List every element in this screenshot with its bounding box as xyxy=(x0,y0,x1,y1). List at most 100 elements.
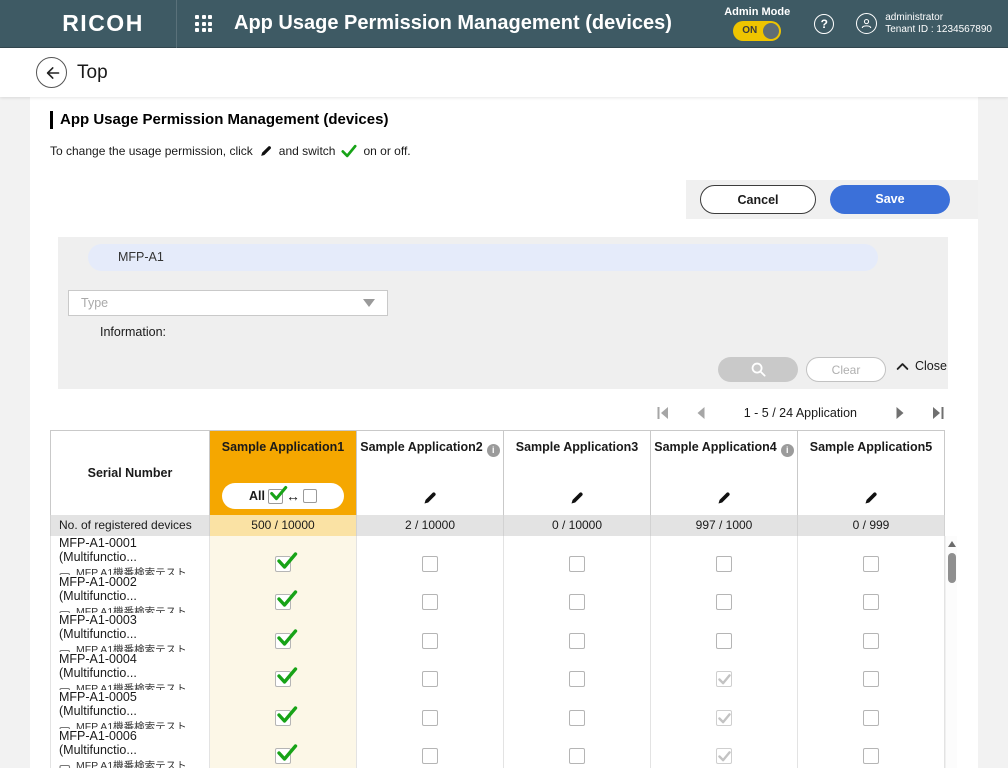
column-header-2: Sample Application2i xyxy=(357,431,504,515)
checkbox-unchecked[interactable] xyxy=(863,748,879,764)
column-name: Sample Application5 xyxy=(798,440,944,454)
column-header-4: Sample Application4i xyxy=(651,431,798,515)
edit-pencil-button[interactable] xyxy=(863,490,879,506)
vertical-scrollbar[interactable] xyxy=(945,536,957,768)
save-button[interactable]: Save xyxy=(830,185,950,214)
content-card: App Usage Permission Management (devices… xyxy=(30,97,978,768)
back-arrow-icon xyxy=(43,65,61,81)
type-dropdown[interactable]: Type xyxy=(68,290,388,316)
pagination-range: 1 - 5 / 24 Application xyxy=(744,406,857,420)
checkbox-unchecked[interactable] xyxy=(569,556,585,572)
column-name: Sample Application2i xyxy=(357,440,503,457)
table-row: MFP-A1-0001 (Multifunctio...MFP A1機番検索テス… xyxy=(50,536,945,575)
device-serial: MFP-A1-0001 (Multifunctio... xyxy=(59,536,209,564)
column-name: Sample Application1 xyxy=(210,440,356,454)
checkbox-unchecked[interactable] xyxy=(863,671,879,687)
checkbox-unchecked[interactable] xyxy=(569,671,585,687)
user-menu[interactable]: administrator Tenant ID : 1234567890 xyxy=(856,12,992,36)
search-button[interactable] xyxy=(718,357,798,382)
checkbox-unchecked[interactable] xyxy=(569,594,585,610)
checkbox-unchecked[interactable] xyxy=(422,594,438,610)
serial-number-header: Serial Number xyxy=(50,431,210,515)
column-name: Sample Application4i xyxy=(651,440,797,457)
checkbox-unchecked[interactable] xyxy=(569,633,585,649)
clear-button[interactable]: Clear xyxy=(806,357,886,382)
instruction-part-3: on or off. xyxy=(363,144,410,158)
pencil-icon xyxy=(259,144,273,158)
edit-pencil-button[interactable] xyxy=(716,490,732,506)
device-serial: MFP-A1-0006 (Multifunctio... xyxy=(59,729,209,757)
toggle-all-button[interactable]: All↔ xyxy=(222,483,344,509)
device-serial: MFP-A1-0002 (Multifunctio... xyxy=(59,575,209,603)
dropdown-caret-icon xyxy=(363,299,375,307)
device-serial: MFP-A1-0005 (Multifunctio... xyxy=(59,690,209,718)
permissions-table: Serial Number Sample Application1 All↔ Sam… xyxy=(50,430,957,768)
table-row: MFP-A1-0006 (Multifunctio... MFP A1機番検索テス… xyxy=(50,729,945,768)
next-page-icon[interactable] xyxy=(893,406,907,420)
instruction-part-1: To change the usage permission, click xyxy=(50,144,253,158)
permission-cell xyxy=(798,729,945,768)
column-name: Sample Application3 xyxy=(504,440,650,454)
info-icon[interactable]: i xyxy=(781,444,794,457)
keyword-input[interactable]: MFP-A1 xyxy=(88,244,878,271)
chevron-up-icon xyxy=(896,362,909,371)
permission-cell xyxy=(504,729,651,768)
help-icon[interactable]: ? xyxy=(814,14,834,34)
toggle-state-label: ON xyxy=(742,25,757,36)
scrollbar-thumb[interactable] xyxy=(948,553,956,583)
info-icon[interactable]: i xyxy=(487,444,500,457)
serial-cell: MFP-A1-0006 (Multifunctio... MFP A1機番検索テス… xyxy=(50,729,210,768)
close-panel-button[interactable]: Close xyxy=(896,359,947,373)
column-header-5: Sample Application5 xyxy=(798,431,945,515)
checkbox-unchecked[interactable] xyxy=(422,748,438,764)
checkbox-unchecked[interactable] xyxy=(863,710,879,726)
checkbox-unchecked[interactable] xyxy=(863,556,879,572)
table-row: MFP-A1-0005 (Multifunctio...MFP A1機番検索テス… xyxy=(50,690,945,729)
last-page-icon[interactable] xyxy=(931,406,945,420)
appbar: RICOH App Usage Permission Management (d… xyxy=(0,0,1008,48)
admin-mode-block: Admin Mode ON xyxy=(724,6,790,41)
back-label[interactable]: Top xyxy=(77,62,108,84)
checkbox-unchecked[interactable] xyxy=(422,710,438,726)
checkbox-checked[interactable] xyxy=(275,748,291,764)
apps-grid-icon[interactable] xyxy=(195,15,212,32)
instruction-text: To change the usage permission, click an… xyxy=(50,144,411,158)
unchecked-checkbox-icon xyxy=(303,489,317,503)
checkbox-unchecked[interactable] xyxy=(863,633,879,649)
checkbox-unchecked[interactable] xyxy=(422,556,438,572)
checkbox-locked xyxy=(716,671,732,687)
device-serial: MFP-A1-0003 (Multifunctio... xyxy=(59,613,209,641)
scroll-up-icon[interactable] xyxy=(948,541,956,547)
checkbox-unchecked[interactable] xyxy=(422,633,438,649)
checkbox-unchecked[interactable] xyxy=(863,594,879,610)
checkbox-unchecked[interactable] xyxy=(716,556,732,572)
ricoh-logo: RICOH xyxy=(30,10,176,37)
checkbox-locked xyxy=(716,710,732,726)
permission-cell xyxy=(357,729,504,768)
checkbox-unchecked[interactable] xyxy=(569,710,585,726)
table-row: MFP-A1-0004 (Multifunctio...MFP A1機番検索テス… xyxy=(50,652,945,691)
checkbox-checked[interactable] xyxy=(275,710,291,726)
first-page-icon[interactable] xyxy=(656,406,670,420)
device-note: MFP A1機番検索テスト0006 xyxy=(59,760,209,768)
page-title: App Usage Permission Management (devices… xyxy=(50,111,388,129)
checkbox-checked[interactable] xyxy=(275,671,291,687)
prev-page-icon[interactable] xyxy=(694,406,708,420)
back-button[interactable] xyxy=(36,57,67,88)
app-title: App Usage Permission Management (devices… xyxy=(234,12,672,35)
checkbox-unchecked[interactable] xyxy=(569,748,585,764)
checkbox-unchecked[interactable] xyxy=(716,594,732,610)
edit-pencil-button[interactable] xyxy=(422,490,438,506)
magnifier-icon xyxy=(750,361,767,378)
checkbox-checked[interactable] xyxy=(275,633,291,649)
edit-pencil-button[interactable] xyxy=(569,490,585,506)
checkbox-checked[interactable] xyxy=(275,594,291,610)
action-strip: Cancel Save xyxy=(686,180,978,219)
checkbox-unchecked[interactable] xyxy=(422,671,438,687)
cancel-button[interactable]: Cancel xyxy=(700,185,816,214)
checkbox-checked[interactable] xyxy=(275,556,291,572)
toggle-knob xyxy=(763,23,779,39)
admin-mode-toggle[interactable]: ON xyxy=(733,21,781,41)
checkbox-unchecked[interactable] xyxy=(716,633,732,649)
pagination: 1 - 5 / 24 Application xyxy=(656,395,945,431)
